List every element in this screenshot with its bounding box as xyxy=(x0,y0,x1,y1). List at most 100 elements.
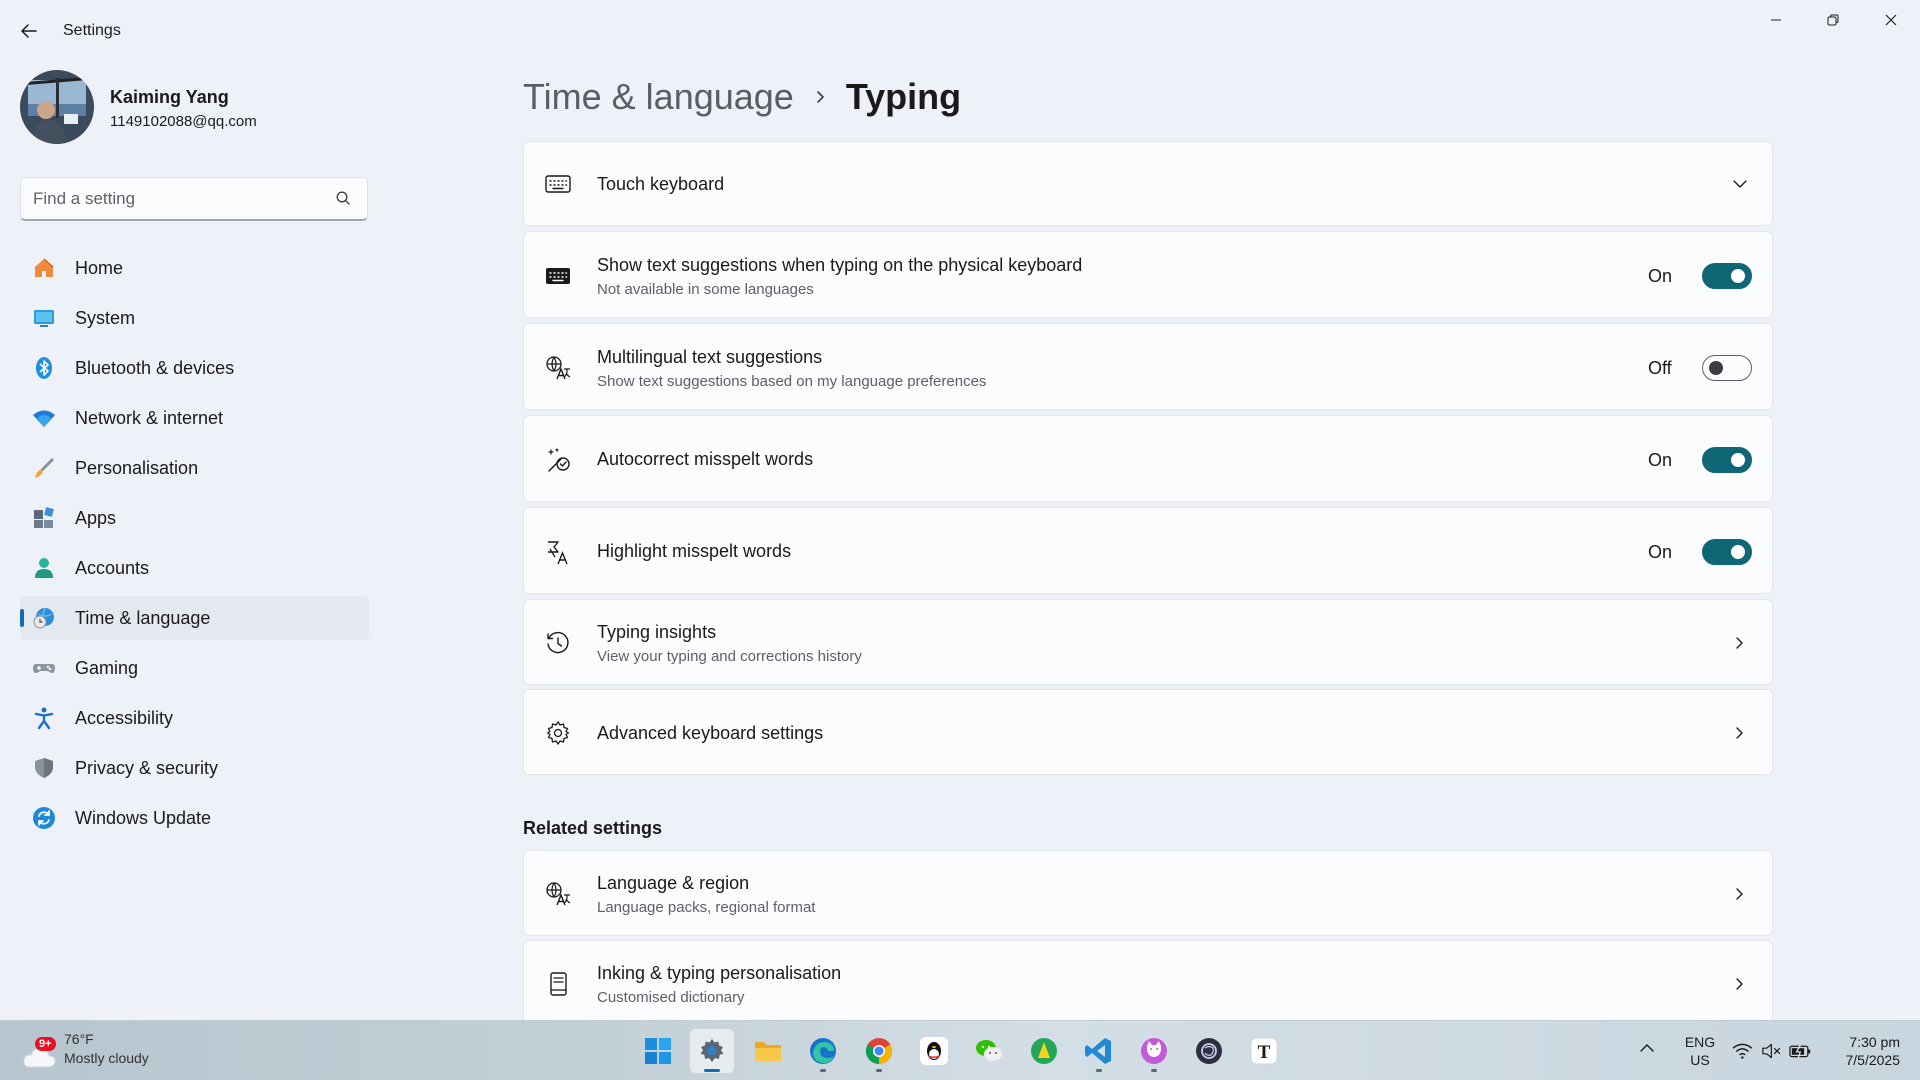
chatgpt-icon xyxy=(1196,1038,1222,1064)
autocorrect-toggle-group: On xyxy=(1648,446,1752,474)
sidebar-item-accessibility[interactable]: Accessibility xyxy=(20,696,369,740)
keyboard-icon xyxy=(544,170,572,198)
clock[interactable]: 7:30 pm 7/5/2025 xyxy=(1820,1033,1901,1069)
language-region-title: Language & region xyxy=(597,873,750,893)
taskbar-qq[interactable] xyxy=(912,1029,956,1073)
notification-badge: 9+ xyxy=(35,1037,56,1051)
sidebar-item-apps[interactable]: Apps xyxy=(20,496,369,540)
gamepad-icon xyxy=(32,656,56,680)
qq-icon xyxy=(920,1037,948,1065)
taskbar-edge[interactable] xyxy=(801,1029,845,1073)
search-box[interactable] xyxy=(20,177,368,221)
touch-keyboard-title: Touch keyboard xyxy=(597,174,725,194)
page-title: Typing xyxy=(845,76,962,117)
sidebar-item-time-language[interactable]: Time & language xyxy=(20,596,369,640)
sidebar-item-personalisation[interactable]: Personalisation xyxy=(20,446,369,490)
advanced-keyboard-card[interactable]: Advanced keyboard settings xyxy=(523,689,1773,775)
taskbar-wechat[interactable] xyxy=(967,1029,1011,1073)
text-suggestions-toggle-group: On xyxy=(1648,262,1752,290)
text-suggestions-title: Show text suggestions when typing on the… xyxy=(597,255,1083,275)
weather-widget[interactable]: 9+ 76°F Mostly cloudy xyxy=(22,1029,202,1073)
multilingual-toggle-group: Off xyxy=(1648,354,1752,382)
system-tray[interactable] xyxy=(1732,1039,1812,1063)
profile-name: Kaiming Yang xyxy=(110,87,229,107)
avatar[interactable] xyxy=(20,70,94,144)
gear-icon xyxy=(544,719,572,747)
clock-date: 7/5/2025 xyxy=(1845,1052,1901,1068)
wechat-icon xyxy=(976,1040,1002,1061)
taskbar-chatgpt[interactable] xyxy=(1187,1029,1231,1073)
running-indicator xyxy=(1151,1069,1157,1072)
close-button[interactable] xyxy=(1869,6,1913,34)
profile-email: 1149102088@qq.com xyxy=(110,113,257,130)
running-indicator xyxy=(1096,1069,1102,1072)
avatar-photo-icon xyxy=(20,70,94,144)
minimize-button[interactable] xyxy=(1754,6,1798,34)
notebook-icon xyxy=(544,970,572,998)
language-region-subtitle: Language packs, regional format xyxy=(597,899,816,916)
language-region-card[interactable]: Language & region Language packs, region… xyxy=(523,850,1773,936)
back-arrow-icon xyxy=(21,24,37,38)
restore-button[interactable] xyxy=(1811,6,1855,34)
sidebar-item-accounts[interactable]: Accounts xyxy=(20,546,369,590)
touch-keyboard-card[interactable]: Touch keyboard xyxy=(523,141,1773,226)
user-profile[interactable]: Kaiming Yang 1149102088@qq.com xyxy=(20,70,380,146)
taskbar-app[interactable] xyxy=(1022,1029,1066,1073)
cat-app-icon xyxy=(1141,1038,1167,1064)
chevron-right-icon xyxy=(1730,723,1750,743)
text-suggestions-toggle[interactable] xyxy=(1702,263,1752,289)
lang-code: ENG xyxy=(1684,1034,1716,1050)
toggle-knob xyxy=(1731,269,1745,283)
bluetooth-icon xyxy=(32,356,56,380)
sidebar-item-privacy-security[interactable]: Privacy & security xyxy=(20,746,369,790)
multilingual-toggle[interactable] xyxy=(1702,355,1752,381)
time-language-icon xyxy=(32,606,56,630)
weather-temp: 76°F xyxy=(64,1031,94,1047)
language-indicator[interactable]: ENG US xyxy=(1682,1033,1718,1069)
file-explorer-icon xyxy=(755,1042,781,1061)
sidebar-item-gaming[interactable]: Gaming xyxy=(20,646,369,690)
breadcrumb-parent-link[interactable]: Time & language xyxy=(523,76,794,118)
multilingual-subtitle: Show text suggestions based on my langua… xyxy=(597,373,987,390)
start-button[interactable] xyxy=(636,1029,680,1073)
inking-typing-subtitle: Customised dictionary xyxy=(597,989,745,1006)
typing-insights-card[interactable]: Typing insights View your typing and cor… xyxy=(523,599,1773,685)
minimize-icon xyxy=(1771,19,1781,21)
back-button[interactable] xyxy=(14,16,44,46)
taskbar-vscode[interactable] xyxy=(1077,1029,1121,1073)
advanced-keyboard-title: Advanced keyboard settings xyxy=(597,723,824,743)
sidebar-item-network-internet[interactable]: Network & internet xyxy=(20,396,369,440)
autocorrect-toggle[interactable] xyxy=(1702,447,1752,473)
sidebar-nav: Home System Bluetooth & devices Network … xyxy=(20,246,369,846)
update-icon xyxy=(32,806,56,830)
lang-region: US xyxy=(1690,1052,1710,1068)
clock-time: 7:30 pm xyxy=(1849,1034,1900,1050)
taskbar-chrome[interactable] xyxy=(857,1029,901,1073)
taskbar-file-explorer[interactable] xyxy=(746,1029,790,1073)
settings-icon xyxy=(700,1039,724,1062)
chevron-down-icon[interactable] xyxy=(1730,174,1750,194)
sidebar-item-home[interactable]: Home xyxy=(20,246,369,290)
typora-letter: T xyxy=(1258,1042,1271,1063)
language-icon xyxy=(544,880,572,908)
chevron-right-icon xyxy=(1730,633,1750,653)
sidebar-item-windows-update[interactable]: Windows Update xyxy=(20,796,369,840)
autocorrect-card: Autocorrect misspelt words On xyxy=(523,415,1773,502)
search-input[interactable] xyxy=(33,178,333,220)
taskbar-settings-app[interactable] xyxy=(690,1029,734,1073)
related-settings-heading: Related settings xyxy=(523,818,663,838)
taskbar-cat-app[interactable] xyxy=(1132,1029,1176,1073)
vscode-icon xyxy=(1085,1038,1111,1064)
text-suggestions-state: On xyxy=(1648,265,1673,286)
sidebar-item-system[interactable]: System xyxy=(20,296,369,340)
search-icon[interactable] xyxy=(335,190,353,208)
typora-icon: T xyxy=(1250,1037,1278,1065)
inking-typing-card[interactable]: Inking & typing personalisation Customis… xyxy=(523,940,1773,1026)
highlight-card: Highlight misspelt words On xyxy=(523,507,1773,594)
sidebar-item-bluetooth-devices[interactable]: Bluetooth & devices xyxy=(20,346,369,390)
highlight-toggle[interactable] xyxy=(1702,539,1752,565)
autocorrect-title: Autocorrect misspelt words xyxy=(597,449,814,469)
typing-insights-subtitle: View your typing and corrections history xyxy=(597,648,862,665)
chevron-up-icon[interactable] xyxy=(1638,1039,1658,1059)
taskbar-typora[interactable]: T xyxy=(1242,1029,1286,1073)
